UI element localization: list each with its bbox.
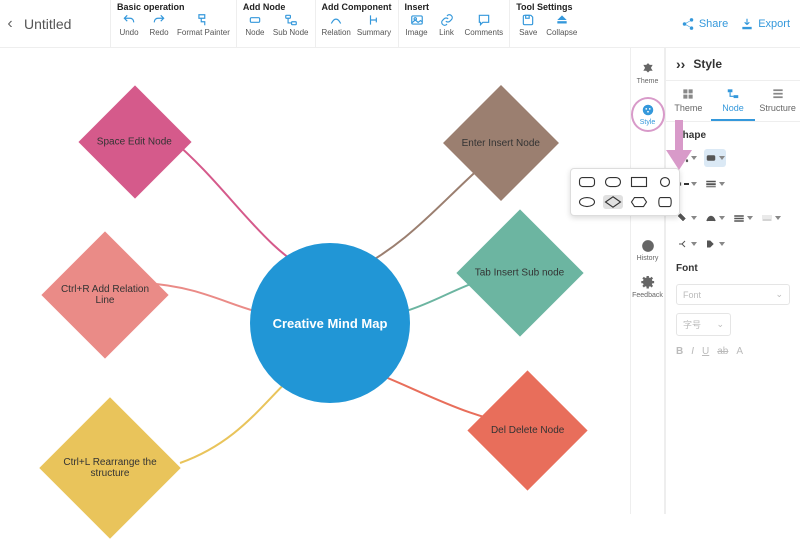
menu-header-basic: Basic operation bbox=[117, 2, 230, 13]
export-button[interactable]: Export bbox=[740, 17, 790, 31]
add-node-button[interactable]: Node bbox=[243, 13, 267, 37]
tab-node[interactable]: Node bbox=[711, 81, 756, 121]
add-summary-button[interactable]: Summary bbox=[357, 13, 391, 37]
text-color-button[interactable]: A bbox=[736, 346, 743, 357]
line-pattern-button[interactable] bbox=[760, 209, 782, 227]
shape-hexagon[interactable] bbox=[629, 195, 649, 209]
tab-structure[interactable]: Structure bbox=[755, 81, 800, 121]
menu-header-tool-settings: Tool Settings bbox=[516, 2, 577, 13]
underline-button[interactable]: U bbox=[702, 346, 709, 357]
strike-button[interactable]: ab bbox=[717, 346, 728, 357]
branch-style-b-button[interactable] bbox=[704, 235, 726, 253]
branch-style-a-button[interactable] bbox=[676, 235, 698, 253]
shape-pill[interactable] bbox=[603, 175, 623, 189]
border-width-button[interactable] bbox=[704, 175, 726, 193]
menu-group-insert: Insert Image Link Comments bbox=[398, 0, 510, 47]
document-title[interactable]: Untitled bbox=[20, 0, 110, 47]
add-sub-node-button[interactable]: Sub Node bbox=[273, 13, 309, 37]
collapse-button[interactable]: Collapse bbox=[546, 13, 577, 37]
tab-theme[interactable]: Theme bbox=[666, 81, 711, 121]
menu-group-basic: Basic operation Undo Redo Format Painter bbox=[110, 0, 236, 47]
center-node[interactable]: Creative Mind Map bbox=[250, 243, 410, 403]
shape-rounded-rect[interactable] bbox=[577, 175, 597, 189]
insert-image-button[interactable]: Image bbox=[405, 13, 429, 37]
menu-header-insert: Insert bbox=[405, 2, 504, 13]
insert-link-button[interactable]: Link bbox=[435, 13, 459, 37]
panel-tabs: Theme Node Structure bbox=[666, 80, 800, 122]
shape-dropdown[interactable] bbox=[570, 168, 680, 216]
back-button[interactable]: ‹ bbox=[0, 0, 20, 47]
undo-button[interactable]: Undo bbox=[117, 13, 141, 37]
shape-stadium[interactable] bbox=[655, 195, 675, 209]
font-section-label: Font bbox=[666, 255, 800, 280]
rail-feedback[interactable]: Feedback bbox=[631, 274, 665, 301]
collapse-panel-icon[interactable]: ›› bbox=[676, 56, 685, 72]
line-width-button[interactable] bbox=[732, 209, 754, 227]
top-toolbar: ‹ Untitled Basic operation Undo Redo For… bbox=[0, 0, 800, 48]
font-size-select[interactable]: 字号⌄ bbox=[676, 313, 731, 336]
text-format-row: B I U ab A bbox=[666, 340, 800, 363]
menu-header-add-component: Add Component bbox=[322, 2, 392, 13]
right-rail: Theme Style History Feedback bbox=[630, 48, 665, 514]
line-style-button[interactable] bbox=[704, 209, 726, 227]
menu-header-add-node: Add Node bbox=[243, 2, 309, 13]
add-relation-button[interactable]: Relation bbox=[322, 13, 351, 37]
shape-rect[interactable] bbox=[629, 175, 649, 189]
shape-ellipse[interactable] bbox=[577, 195, 597, 209]
panel-header: ›› Style bbox=[666, 48, 800, 80]
tutorial-arrow-icon bbox=[666, 120, 692, 173]
font-family-select[interactable]: Font⌄ bbox=[676, 284, 790, 305]
shape-picker-button[interactable] bbox=[704, 149, 726, 167]
format-painter-button[interactable]: Format Painter bbox=[177, 13, 230, 37]
menu-group-add-node: Add Node Node Sub Node bbox=[236, 0, 315, 47]
redo-button[interactable]: Redo bbox=[147, 13, 171, 37]
insert-comments-button[interactable]: Comments bbox=[465, 13, 504, 37]
panel-title: Style bbox=[693, 57, 722, 71]
share-export-group: Share Export bbox=[681, 0, 800, 47]
share-button[interactable]: Share bbox=[681, 17, 728, 31]
shape-diamond[interactable] bbox=[603, 195, 623, 209]
rail-history[interactable]: History bbox=[631, 237, 665, 264]
mindmap-canvas[interactable]: Creative Mind Map Space Edit Node Ctrl+R… bbox=[0, 48, 630, 514]
rail-style[interactable]: Style bbox=[631, 97, 665, 132]
style-panel: ››Style Theme Node Structure Shape Font … bbox=[665, 48, 800, 514]
save-button[interactable]: Save bbox=[516, 13, 540, 37]
menu-group-tool-settings: Tool Settings Save Collapse bbox=[509, 0, 583, 47]
rail-theme[interactable]: Theme bbox=[631, 60, 665, 87]
shape-circle[interactable] bbox=[655, 175, 675, 189]
bold-button[interactable]: B bbox=[676, 346, 683, 357]
menu-group-add-component: Add Component Relation Summary bbox=[315, 0, 398, 47]
italic-button[interactable]: I bbox=[691, 346, 694, 357]
